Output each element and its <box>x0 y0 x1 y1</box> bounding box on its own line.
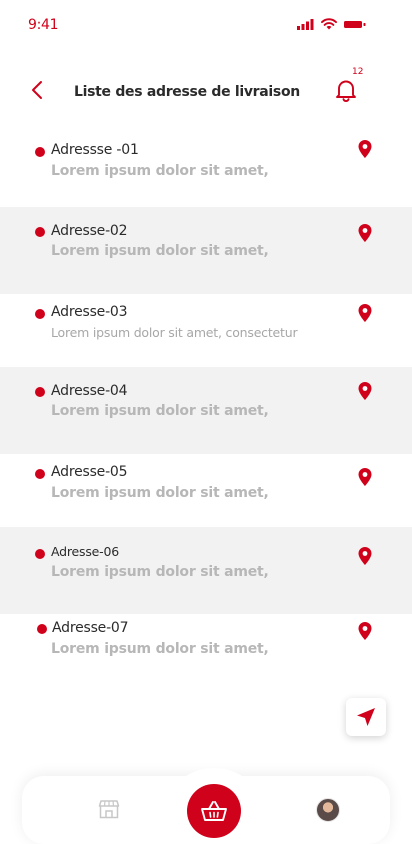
header: Liste des adresse de livraison 12 <box>0 67 412 114</box>
map-pin-icon[interactable] <box>356 467 374 487</box>
avatar[interactable] <box>316 798 340 822</box>
address-row[interactable]: Adresse-04 Lorem ipsum dolor sit amet, <box>0 367 412 454</box>
address-row[interactable]: Adressse -01 Lorem ipsum dolor sit amet, <box>0 126 412 207</box>
address-text: Lorem ipsum dolor sit amet, <box>51 163 269 179</box>
address-name: Adresse-04 <box>51 383 128 399</box>
basket-icon <box>201 801 227 821</box>
signal-icon <box>297 18 314 30</box>
bullet-dot <box>35 549 45 559</box>
store-tab[interactable] <box>98 798 120 820</box>
address-name: Adresse-06 <box>51 544 119 559</box>
address-text: Lorem ipsum dolor sit amet, consectetur <box>51 325 298 340</box>
address-row[interactable]: Adresse-06 Lorem ipsum dolor sit amet, <box>0 527 412 614</box>
status-bar: 9:41 <box>0 0 412 50</box>
bullet-dot <box>35 147 45 157</box>
store-icon <box>98 800 120 819</box>
bullet-dot <box>35 227 45 237</box>
map-pin-icon[interactable] <box>356 621 374 641</box>
map-pin-icon[interactable] <box>356 139 374 159</box>
address-row[interactable]: Adresse-02 Lorem ipsum dolor sit amet, <box>0 207 412 294</box>
status-icons <box>297 18 366 30</box>
wifi-icon <box>321 18 337 30</box>
address-list: Adressse -01 Lorem ipsum dolor sit amet,… <box>0 126 412 684</box>
bottom-tab-bar <box>22 768 390 844</box>
chevron-left-icon <box>32 81 42 99</box>
address-text: Lorem ipsum dolor sit amet, <box>51 243 269 259</box>
address-row[interactable]: Adresse-05 Lorem ipsum dolor sit amet, <box>0 454 412 527</box>
status-time: 9:41 <box>28 17 59 33</box>
address-name: Adresse-05 <box>51 464 128 480</box>
back-button[interactable] <box>28 78 50 102</box>
bullet-dot <box>35 309 45 319</box>
map-pin-icon[interactable] <box>356 223 374 243</box>
bell-icon <box>336 80 356 103</box>
battery-icon <box>344 20 366 28</box>
notifications-button[interactable] <box>333 77 359 103</box>
address-name: Adresse-07 <box>52 620 129 636</box>
bullet-dot <box>35 387 45 397</box>
map-pin-icon[interactable] <box>356 381 374 401</box>
map-pin-icon[interactable] <box>356 546 374 566</box>
address-text: Lorem ipsum dolor sit amet, <box>51 403 269 419</box>
address-text: Lorem ipsum dolor sit amet, <box>51 641 269 657</box>
bullet-dot <box>35 469 45 479</box>
address-text: Lorem ipsum dolor sit amet, <box>51 564 269 580</box>
navigation-arrow-icon <box>357 708 375 726</box>
page-title: Liste des adresse de livraison <box>74 84 300 100</box>
address-name: Adresse-02 <box>51 223 128 239</box>
navigate-button[interactable] <box>346 698 386 736</box>
address-row[interactable]: Adresse-07 Lorem ipsum dolor sit amet, <box>0 614 412 684</box>
address-text: Lorem ipsum dolor sit amet, <box>51 485 269 501</box>
address-name: Adressse -01 <box>51 142 139 158</box>
basket-button[interactable] <box>187 784 241 838</box>
notification-badge: 12 <box>352 67 364 77</box>
address-name: Adresse-03 <box>51 304 128 320</box>
bullet-dot <box>37 624 47 634</box>
map-pin-icon[interactable] <box>356 303 374 323</box>
address-row[interactable]: Adresse-03 Lorem ipsum dolor sit amet, c… <box>0 294 412 367</box>
